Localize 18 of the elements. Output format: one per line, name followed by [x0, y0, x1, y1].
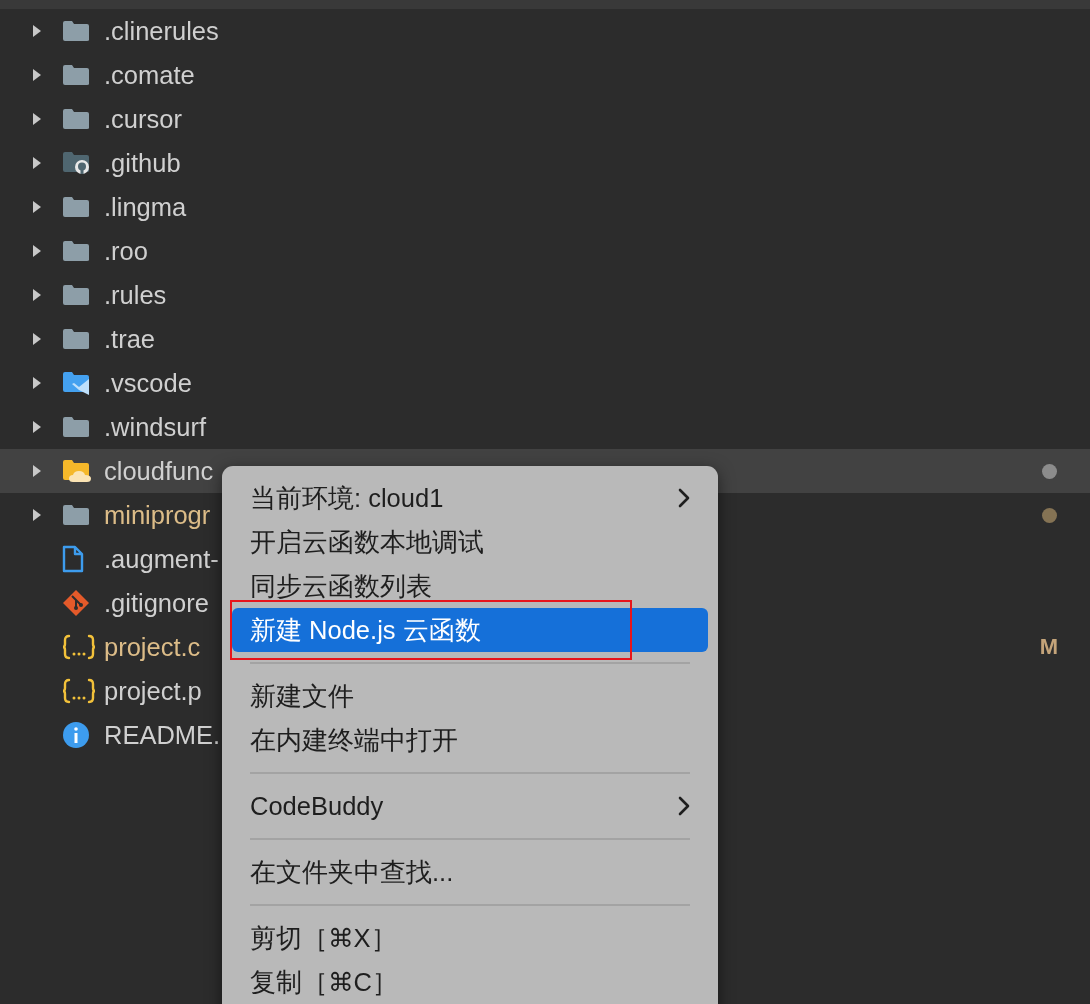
file-name: project.c: [104, 632, 201, 662]
file-name: .cursor: [104, 104, 182, 134]
file-name: .vscode: [104, 368, 192, 398]
file-name: project.p: [104, 676, 202, 706]
file-name: .windsurf: [104, 412, 207, 442]
file-name: .github: [104, 148, 181, 178]
file-name: README.: [104, 720, 221, 750]
file-name: miniprogr: [104, 500, 211, 530]
file-name: .lingma: [104, 192, 187, 222]
git-status-letter: M: [1039, 634, 1059, 660]
file-name: .clinerules: [104, 16, 219, 46]
file-name: .rules: [104, 280, 167, 310]
file-name: .comate: [104, 60, 195, 90]
file-name: .roo: [104, 236, 148, 266]
file-name: cloudfunc: [104, 456, 214, 486]
file-name: .gitignore: [104, 588, 209, 618]
file-name: .augment-: [104, 544, 219, 574]
file-name: .trae: [104, 324, 156, 354]
